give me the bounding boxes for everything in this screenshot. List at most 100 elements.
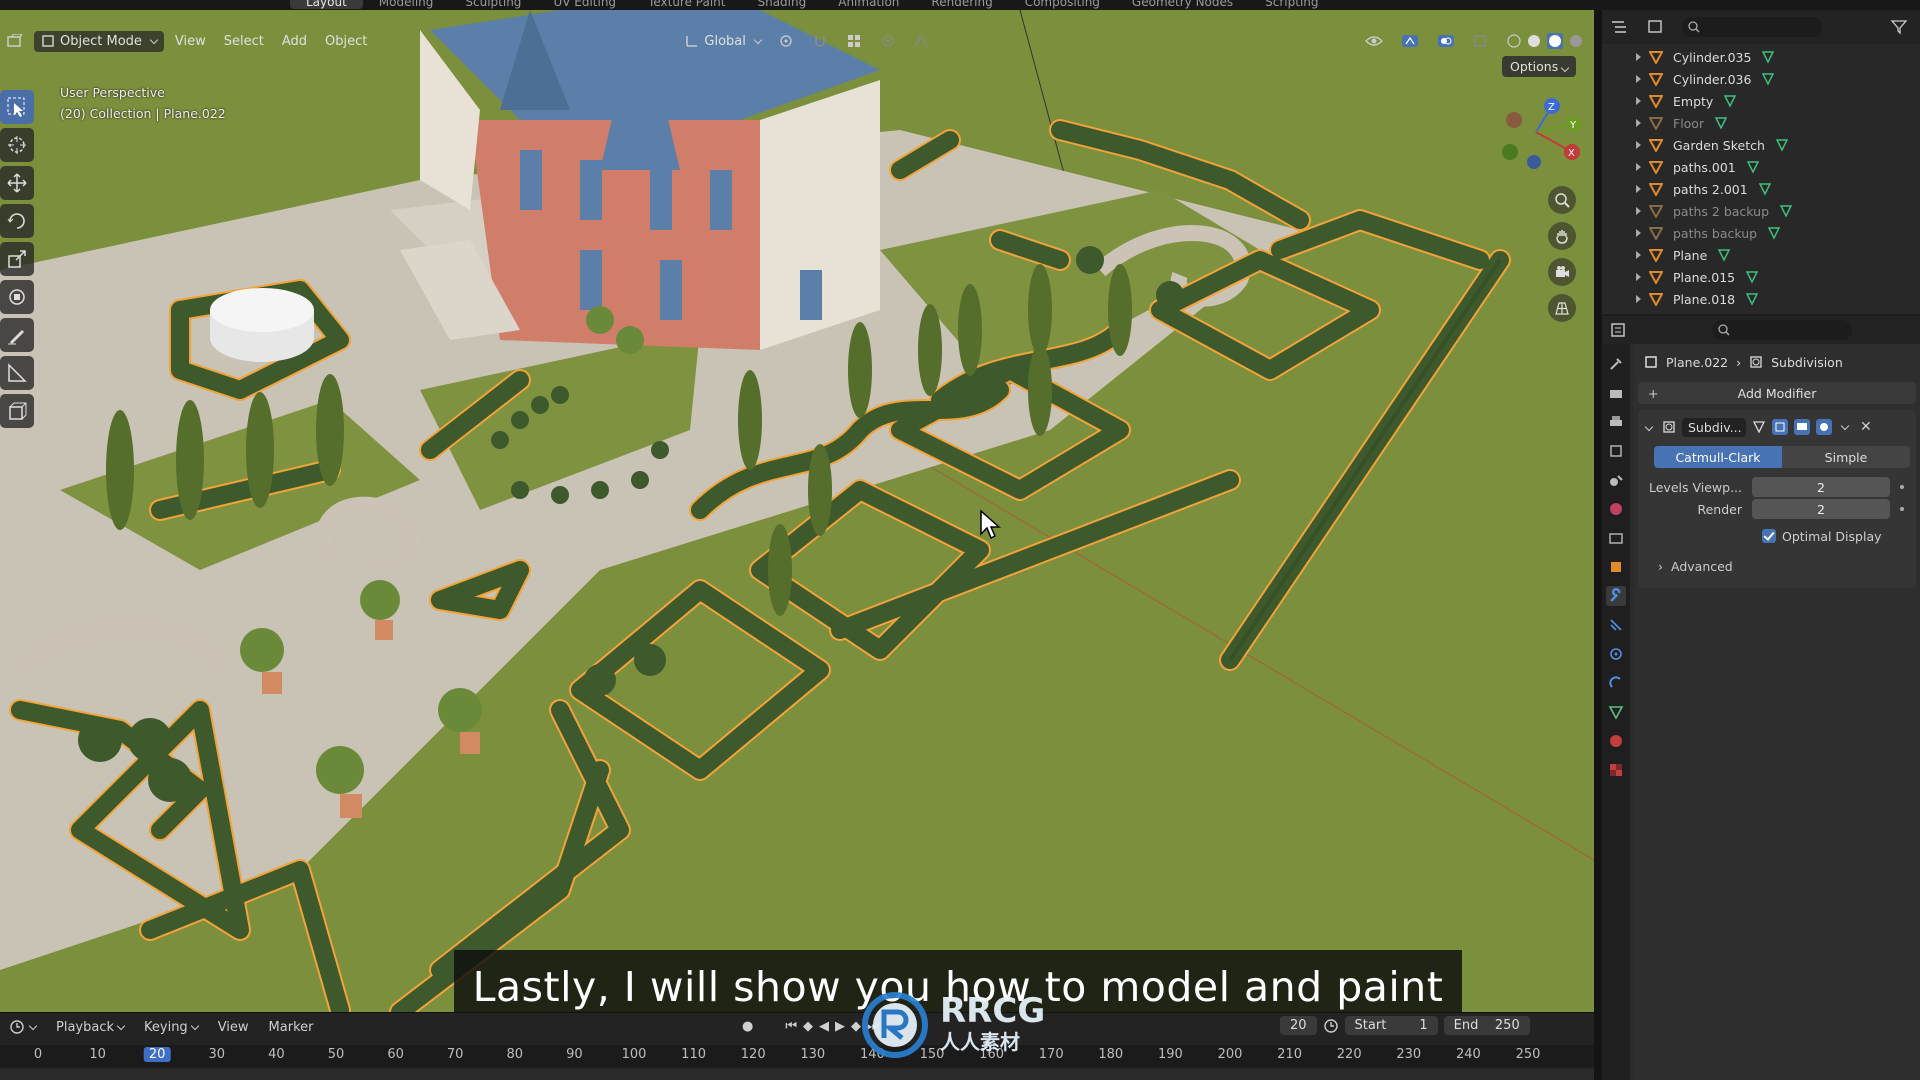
outliner-row[interactable]: paths backup [1602,222,1920,244]
tab-output[interactable] [1606,412,1626,432]
outliner-editor-icon[interactable] [1610,19,1632,35]
tab-uv-editing[interactable]: UV Editing [537,0,632,9]
on-cage-icon[interactable] [1752,420,1766,434]
add-modifier-button[interactable]: + Add Modifier [1638,382,1916,404]
menu-marker[interactable]: Marker [259,1020,324,1035]
menu-select[interactable]: Select [217,31,271,52]
snap-toggle[interactable] [806,31,836,51]
proportional-edit-toggle[interactable] [874,31,902,51]
mesh-data-icon[interactable] [1717,248,1731,262]
tab-compositing[interactable]: Compositing [1009,0,1116,9]
xray-toggle[interactable] [1466,31,1496,51]
optimal-display-checkbox[interactable] [1762,529,1776,543]
modifier-name-field[interactable]: Subdiv... [1682,417,1746,437]
expand-arrow-icon[interactable] [1636,119,1641,127]
outliner-row[interactable]: paths.001 [1602,156,1920,178]
add-cube-tool[interactable] [0,394,34,428]
menu-add[interactable]: Add [275,31,314,52]
outliner-row[interactable]: Plane [1602,244,1920,266]
outliner-row[interactable]: Cylinder.035 [1602,46,1920,68]
current-frame-field[interactable]: 20 [1280,1016,1317,1035]
mode-select[interactable]: Object Mode [34,30,164,52]
outliner-row[interactable]: Garden Sketch [1602,134,1920,156]
properties-search-input[interactable] [1712,320,1852,340]
move-tool[interactable] [0,166,34,200]
tab-modeling[interactable]: Modeling [363,0,450,9]
mesh-data-icon[interactable] [1746,160,1760,174]
menu-timeline-view[interactable]: View [208,1020,259,1035]
catmull-clark-option[interactable]: Catmull-Clark [1654,446,1782,468]
mesh-data-icon[interactable] [1761,72,1775,86]
pan-tool[interactable] [1548,222,1576,250]
mesh-data-icon[interactable] [1767,226,1781,240]
expand-arrow-icon[interactable] [1636,97,1641,105]
tab-texture[interactable] [1606,760,1626,780]
tab-constraints[interactable] [1606,673,1626,693]
material-shading-icon[interactable] [1547,33,1563,49]
simple-option[interactable]: Simple [1782,446,1910,468]
overlay-toggle[interactable] [1430,31,1462,51]
snap-element-select[interactable] [840,31,870,51]
expand-arrow-icon[interactable] [1636,207,1641,215]
tab-scripting[interactable]: Scripting [1249,0,1334,9]
falloff-select[interactable] [906,31,936,51]
gizmo-toggle[interactable] [1394,31,1426,51]
mesh-data-icon[interactable] [1745,270,1759,284]
frame-ruler[interactable]: 0 10 20 30 40 50 60 70 80 90 100 110 120 130 140 150 160… [0,1045,1594,1067]
select-box-tool[interactable] [0,90,34,124]
keyframe-dot-icon[interactable] [1900,507,1904,511]
record-icon[interactable]: ● [742,1019,753,1034]
timeline-scrollbar[interactable] [0,1069,1594,1080]
outliner-row[interactable]: Floor [1602,112,1920,134]
tab-texture-paint[interactable]: Texture Paint [632,0,741,9]
transform-tool[interactable] [0,280,34,314]
tab-world[interactable] [1606,499,1626,519]
collapse-chevron-icon[interactable] [1644,422,1654,432]
outliner-row[interactable]: Plane.018 [1602,288,1920,310]
outliner-row[interactable]: paths 2 backup [1602,200,1920,222]
outliner-row[interactable]: Cylinder.036 [1602,68,1920,90]
tab-tool[interactable] [1606,354,1626,374]
levels-viewport-field[interactable]: 2 [1752,477,1890,497]
mesh-data-icon[interactable] [1723,94,1737,108]
editor-type-button[interactable] [0,31,30,51]
tab-material[interactable] [1606,731,1626,751]
tab-physics[interactable] [1606,644,1626,664]
wireframe-shading-icon[interactable] [1507,34,1521,48]
edit-mode-toggle-icon[interactable] [1772,419,1788,435]
viewport-toggle-icon[interactable] [1794,419,1810,435]
measure-tool[interactable] [0,356,34,390]
transform-orientation-select[interactable]: Global [678,31,767,52]
keyframe-dot-icon[interactable] [1900,485,1904,489]
mesh-data-icon[interactable] [1745,292,1759,306]
visibility-select[interactable] [1358,31,1390,51]
tab-render[interactable] [1606,383,1626,403]
expand-arrow-icon[interactable] [1636,251,1641,259]
expand-arrow-icon[interactable] [1636,229,1641,237]
timeline-editor-type[interactable] [0,1020,46,1034]
expand-arrow-icon[interactable] [1636,185,1641,193]
tab-scene[interactable] [1606,470,1626,490]
options-dropdown[interactable]: Options [1502,56,1577,77]
expand-arrow-icon[interactable] [1636,141,1641,149]
play-icon[interactable]: ▶ [835,1019,845,1034]
tab-shading[interactable]: Shading [741,0,822,9]
outliner-row[interactable]: Plane.015 [1602,266,1920,288]
expand-arrow-icon[interactable] [1636,75,1641,83]
start-frame-field[interactable]: Start 1 [1344,1016,1438,1035]
navigation-gizmo[interactable]: Z Y X [1496,92,1586,172]
scale-tool[interactable] [0,242,34,276]
rendered-shading-icon[interactable] [1569,34,1583,48]
display-mode-icon[interactable] [1646,19,1668,35]
tab-modifiers[interactable] [1606,586,1626,606]
annotate-tool[interactable] [0,318,34,352]
outliner-row[interactable]: Empty [1602,90,1920,112]
expand-arrow-icon[interactable] [1636,53,1641,61]
tab-sculpting[interactable]: Sculpting [449,0,537,9]
tab-layout[interactable]: Layout [290,0,363,9]
advanced-subpanel-toggle[interactable]: › Advanced [1658,554,1910,578]
area-divider[interactable] [1594,10,1602,1080]
play-reverse-icon[interactable]: ◀ [819,1019,829,1034]
shading-modes[interactable] [1500,30,1590,52]
menu-keying[interactable]: Keying [134,1020,208,1035]
